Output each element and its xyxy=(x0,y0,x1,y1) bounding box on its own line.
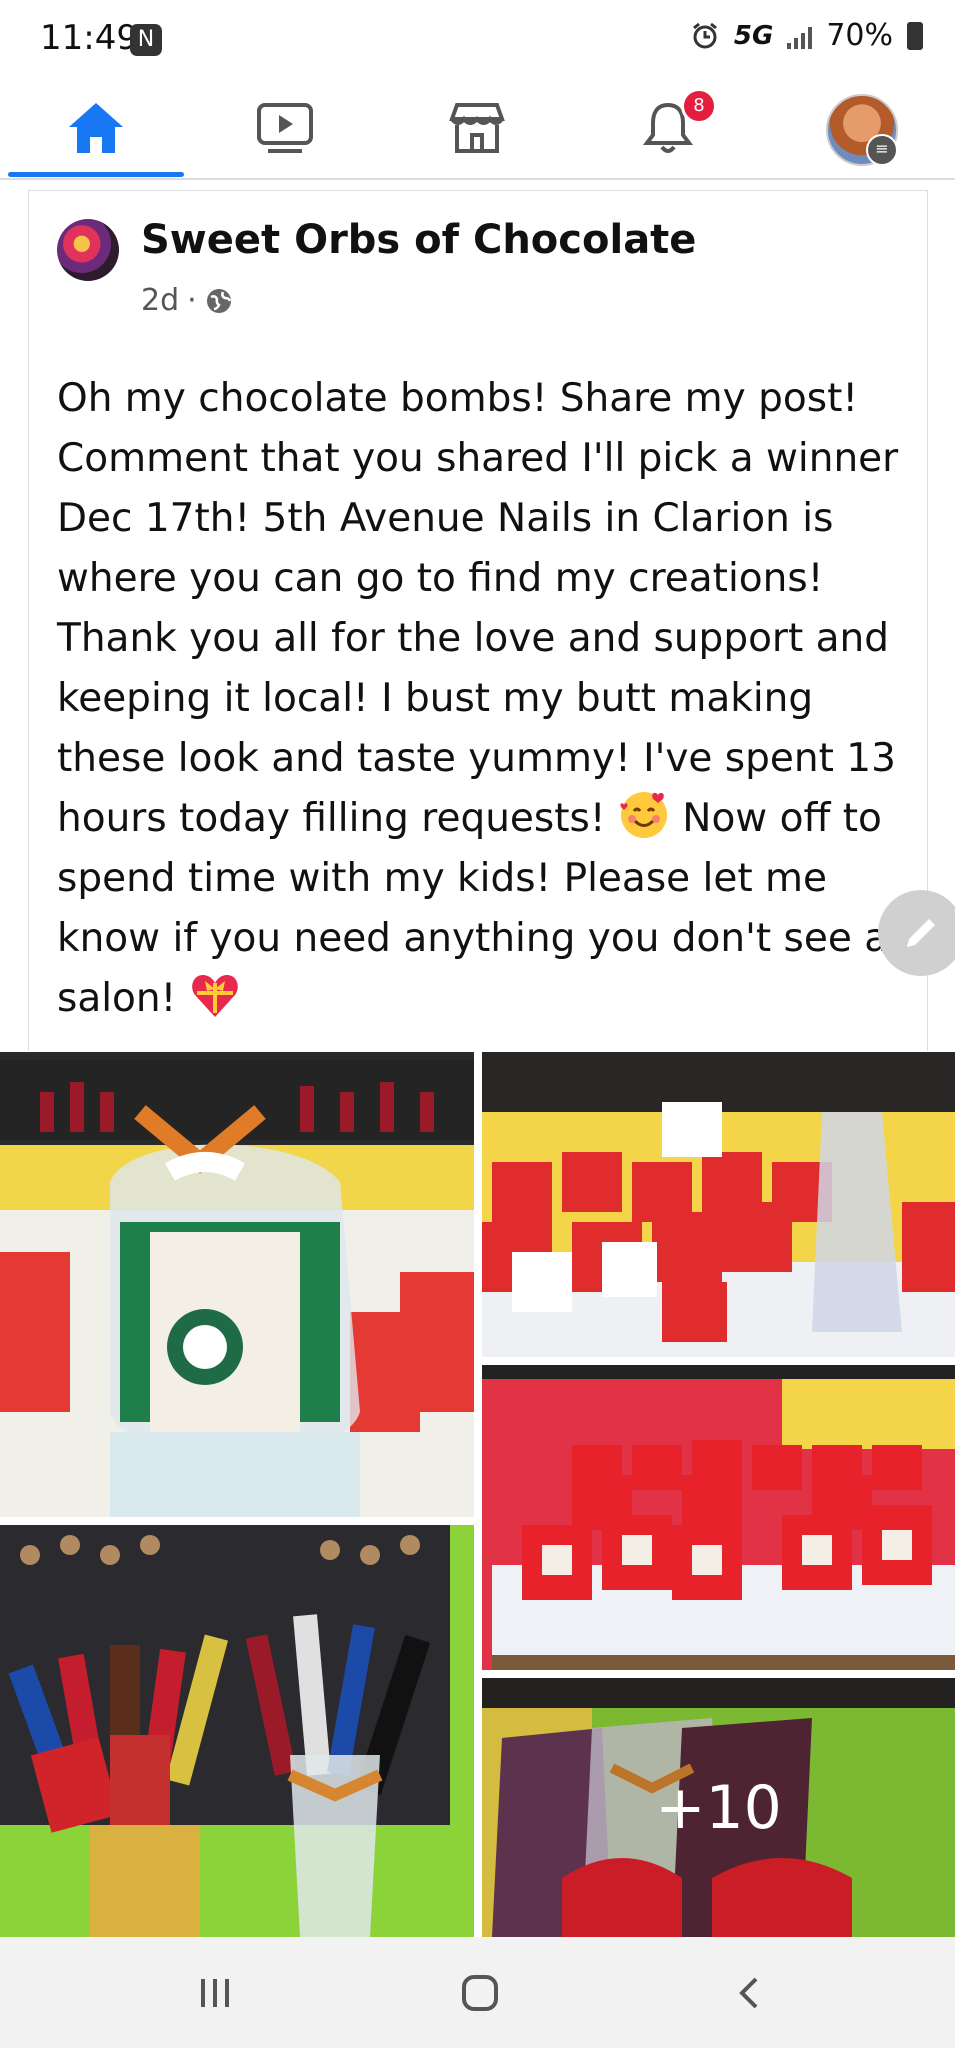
pencil-icon xyxy=(907,919,935,947)
post-age[interactable]: 2d xyxy=(141,283,179,318)
tab-profile-menu[interactable]: ≡ xyxy=(770,80,950,176)
signal-icon xyxy=(787,23,813,49)
battery-level: 70% xyxy=(826,18,893,53)
active-tab-indicator xyxy=(8,172,184,177)
back-button[interactable] xyxy=(670,1937,830,2048)
back-icon xyxy=(739,1977,758,2008)
tab-watch[interactable] xyxy=(195,80,375,176)
photo-3-content xyxy=(482,1365,955,1670)
more-photos-overlay[interactable]: +10 xyxy=(482,1678,955,1937)
photo-2[interactable] xyxy=(482,1052,955,1357)
post-meta: 2d · xyxy=(141,283,233,318)
battery-icon xyxy=(907,21,923,50)
recent-apps-icon xyxy=(201,1978,229,2007)
globe-icon xyxy=(206,288,231,313)
compose-button[interactable] xyxy=(878,890,955,976)
profile-avatar: ≡ xyxy=(826,94,898,166)
alarm-icon xyxy=(692,22,717,48)
top-navigation: 8 ≡ xyxy=(0,80,955,180)
app-notification-icon: N xyxy=(130,24,162,56)
store-icon xyxy=(449,103,505,153)
post-text: Oh my chocolate bombs! Share my post! Co… xyxy=(57,369,927,1029)
status-bar: 11:49 N 5G 70% xyxy=(0,0,955,80)
photo-2-content xyxy=(482,1052,955,1357)
page-name[interactable]: Sweet Orbs of Chocolate xyxy=(141,217,696,263)
recent-apps-button[interactable] xyxy=(135,1937,295,2048)
home-circle-icon xyxy=(462,1974,498,2011)
heart-with-ribbon-icon xyxy=(191,975,238,1017)
page-avatar[interactable] xyxy=(57,219,119,281)
photo-3[interactable] xyxy=(482,1365,955,1670)
tab-notifications[interactable]: 8 xyxy=(578,80,758,176)
post-text-part-1: Oh my chocolate bombs! Share my post! Co… xyxy=(57,376,899,841)
tab-marketplace[interactable] xyxy=(387,80,567,176)
system-navigation-bar xyxy=(0,1937,955,2048)
home-icon xyxy=(69,103,123,153)
network-type: 5G xyxy=(733,20,774,51)
menu-icon: ≡ xyxy=(866,134,898,166)
notification-badge: 8 xyxy=(681,88,717,124)
photo-1-content xyxy=(0,1060,474,1517)
photo-4[interactable] xyxy=(0,1525,474,1937)
video-icon xyxy=(257,103,313,153)
home-button[interactable] xyxy=(400,1937,560,2048)
meta-separator: · xyxy=(187,283,197,318)
photo-5[interactable]: +10 xyxy=(482,1678,955,1937)
post-card: Sweet Orbs of Chocolate 2d · Oh my choco… xyxy=(28,190,928,1051)
tab-home[interactable] xyxy=(6,80,186,176)
status-time: 11:49 xyxy=(40,18,138,58)
photo-grid: +10 xyxy=(0,1052,955,1937)
status-right: 5G 70% xyxy=(690,18,923,53)
smiling-face-with-hearts-icon xyxy=(620,792,667,838)
photo-1[interactable] xyxy=(0,1052,474,1517)
photo-4-content xyxy=(0,1525,474,1937)
